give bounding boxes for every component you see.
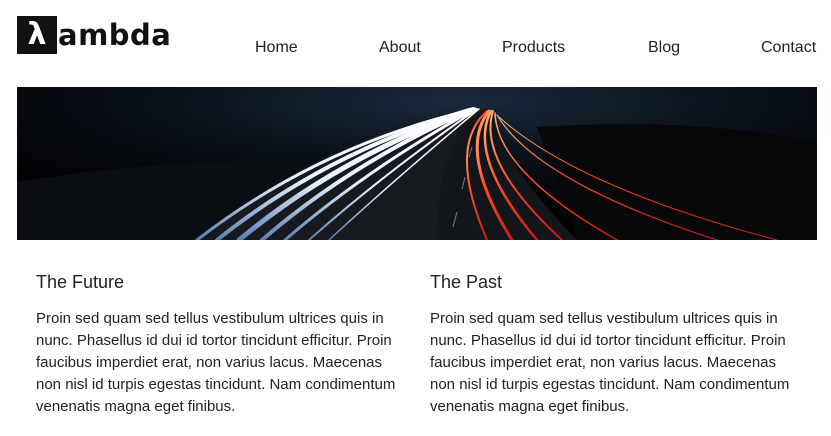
section-the-past: The Past Proin sed quam sed tellus vesti… [430, 270, 800, 418]
section-body: Proin sed quam sed tellus vestibulum ult… [36, 310, 396, 415]
nav-link-home[interactable]: Home [255, 37, 298, 59]
section-title: The Future [36, 272, 125, 292]
nav-link-contact[interactable]: Contact [761, 37, 816, 59]
nav-link-about[interactable]: About [379, 37, 421, 59]
nav-link-blog[interactable]: Blog [648, 37, 680, 59]
main-nav: Home About Products Blog Contact [0, 37, 831, 61]
nav-link-products[interactable]: Products [502, 37, 565, 59]
page: λ ambda Home About Products Blog Contact [0, 0, 831, 436]
section-body: Proin sed quam sed tellus vestibulum ult… [430, 310, 790, 415]
section-title: The Past [430, 272, 503, 292]
hero-image [17, 87, 817, 240]
section-the-future: The Future Proin sed quam sed tellus ves… [36, 270, 406, 418]
highway-light-trails-image [17, 87, 817, 240]
